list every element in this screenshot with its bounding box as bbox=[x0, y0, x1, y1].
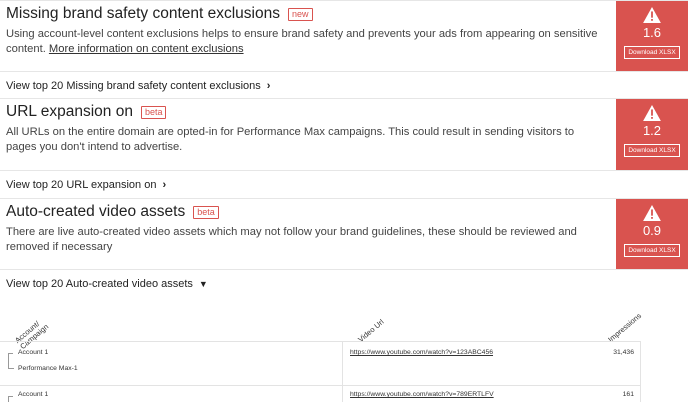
download-xlsx-button[interactable]: Download XLSX bbox=[624, 244, 680, 257]
check-card-auto-video-assets: Auto-created video assets beta There are… bbox=[0, 198, 688, 270]
check-title-row: Missing brand safety content exclusions … bbox=[6, 5, 606, 23]
score-panel: 1.2 Download XLSX bbox=[616, 99, 688, 170]
warning-triangle-icon bbox=[643, 205, 661, 221]
view-top-auto-video-toggle[interactable]: View top 20 Auto-created video assets ▼ bbox=[6, 278, 208, 290]
video-url-link[interactable]: https://www.youtube.com/watch?v=123ABC45… bbox=[350, 349, 493, 356]
row-divider bbox=[0, 385, 640, 386]
column-header-account-campaign: Account/ Campaign bbox=[13, 319, 51, 351]
check-card-url-expansion: URL expansion on beta All URLs on the en… bbox=[0, 98, 688, 171]
check-description: All URLs on the entire domain are opted-… bbox=[6, 126, 575, 153]
score-value: 1.2 bbox=[642, 123, 662, 138]
chevron-right-icon: › bbox=[162, 179, 167, 191]
impressions-value: 31,436 bbox=[613, 349, 634, 356]
check-title: Missing brand safety content exclusions bbox=[6, 5, 280, 22]
check-card-body: Auto-created video assets beta There are… bbox=[6, 203, 606, 255]
header-divider bbox=[0, 341, 640, 342]
video-url-link[interactable]: https://www.youtube.com/watch?v=789ERTLF… bbox=[350, 391, 494, 398]
tree-connector bbox=[8, 396, 9, 402]
check-title-row: Auto-created video assets beta bbox=[6, 203, 606, 221]
video-assets-table: Account/ Campaign Video Url Impressions … bbox=[0, 297, 688, 402]
view-top-label: View top 20 Auto-created video assets bbox=[6, 278, 193, 290]
column-header-video-url: Video Url bbox=[356, 317, 386, 344]
view-top-url-expansion-toggle[interactable]: View top 20 URL expansion on › bbox=[6, 179, 166, 191]
content-exclusions-link[interactable]: More information on content exclusions bbox=[49, 43, 244, 55]
chevron-down-icon: ▼ bbox=[198, 279, 208, 289]
check-card-body: URL expansion on beta All URLs on the en… bbox=[6, 103, 606, 155]
campaign-name: Performance Max-1 bbox=[18, 365, 78, 372]
score-value: 0.9 bbox=[642, 223, 662, 238]
score-panel: 1.6 Download XLSX bbox=[616, 1, 688, 71]
check-title: Auto-created video assets bbox=[6, 203, 186, 220]
download-xlsx-button[interactable]: Download XLSX bbox=[624, 144, 680, 157]
chevron-right-icon: › bbox=[266, 80, 271, 92]
beta-badge: beta bbox=[193, 205, 219, 219]
tree-connector-top bbox=[8, 353, 13, 354]
view-top-brand-safety-toggle[interactable]: View top 20 Missing brand safety content… bbox=[6, 80, 270, 92]
check-title: URL expansion on bbox=[6, 103, 133, 120]
impressions-value: 161 bbox=[622, 391, 634, 398]
warning-triangle-icon bbox=[643, 105, 661, 121]
column-divider bbox=[342, 341, 343, 402]
column-divider bbox=[640, 341, 641, 402]
check-title-row: URL expansion on beta bbox=[6, 103, 606, 121]
download-xlsx-button[interactable]: Download XLSX bbox=[624, 46, 680, 59]
account-name: Account 1 bbox=[18, 349, 49, 356]
score-value: 1.6 bbox=[642, 25, 662, 40]
beta-badge: beta bbox=[140, 105, 167, 119]
check-card-brand-safety: Missing brand safety content exclusions … bbox=[0, 0, 688, 72]
check-description: There are live auto-created video assets… bbox=[6, 226, 577, 253]
view-top-label: View top 20 Missing brand safety content… bbox=[6, 80, 261, 92]
view-top-label: View top 20 URL expansion on bbox=[6, 179, 157, 191]
new-badge: new bbox=[287, 7, 313, 21]
warning-triangle-icon bbox=[643, 7, 661, 23]
tree-connector bbox=[8, 353, 14, 369]
account-name: Account 1 bbox=[18, 391, 49, 398]
check-card-body: Missing brand safety content exclusions … bbox=[6, 5, 606, 57]
score-panel: 0.9 Download XLSX bbox=[616, 199, 688, 269]
check-description: Using account-level content exclusions h… bbox=[6, 27, 606, 57]
column-header-impressions[interactable]: Impressions bbox=[606, 311, 643, 344]
